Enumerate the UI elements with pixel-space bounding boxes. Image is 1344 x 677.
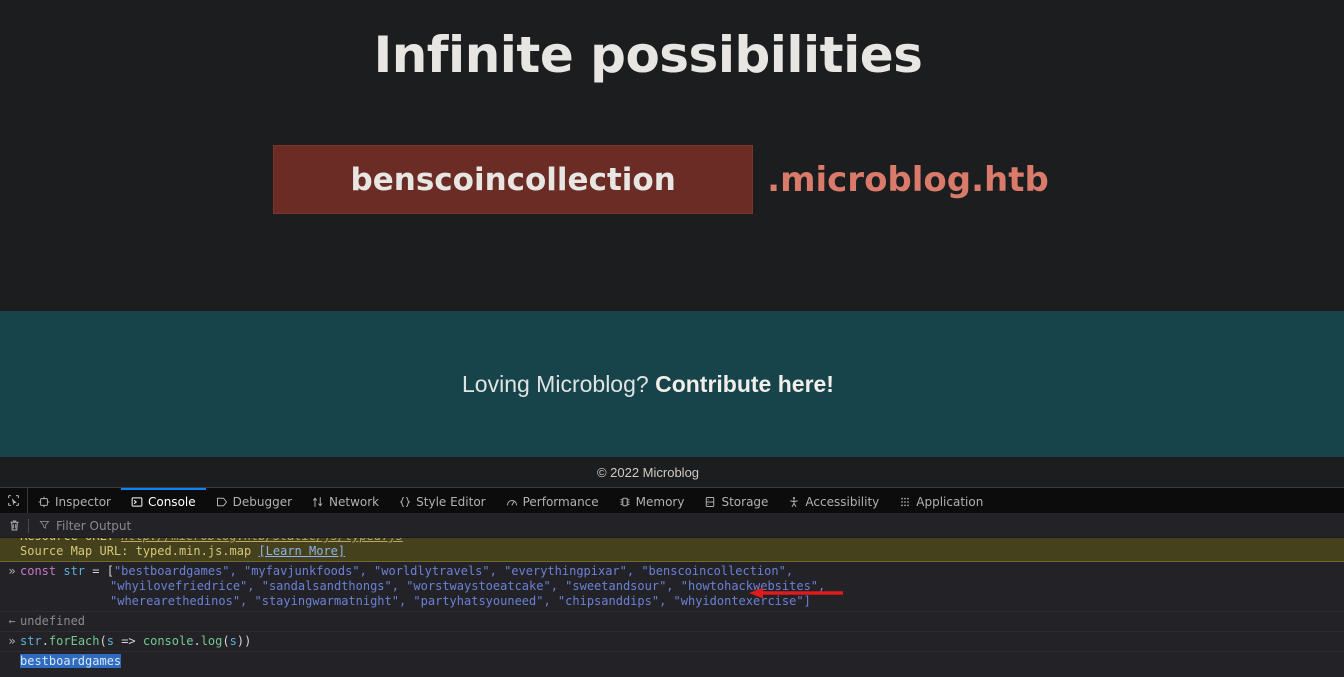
subdomain-row: benscoincollection .microblog.htb <box>0 145 1344 214</box>
trash-icon[interactable] <box>0 519 28 532</box>
console-icon <box>131 496 143 508</box>
hero-section: Infinite possibilities benscoincollectio… <box>0 0 1344 311</box>
console-input-row-1[interactable]: » const str = ["bestboardgames", "myfavj… <box>0 562 1344 612</box>
contribute-link[interactable]: Contribute here! <box>655 371 834 397</box>
tab-accessibility-label: Accessibility <box>805 494 880 509</box>
accessibility-icon <box>788 496 800 508</box>
devtools-toolbar: Inspector Console Debugger Network Style… <box>0 488 1344 514</box>
tab-storage-label: Storage <box>721 494 769 509</box>
inspector-icon <box>38 496 50 508</box>
tab-inspector-label: Inspector <box>55 494 111 509</box>
tab-performance-label: Performance <box>522 494 599 509</box>
tab-application[interactable]: Application <box>889 488 993 513</box>
warning-sourcemap-line: Source Map URL: typed.min.js.map [Learn … <box>20 544 1344 559</box>
devtools-panel: Inspector Console Debugger Network Style… <box>0 487 1344 677</box>
console-input-code-1: const str = ["bestboardgames", "myfavjun… <box>20 564 1344 609</box>
domain-suffix-label: .microblog.htb <box>767 159 1049 200</box>
keyword-const: const <box>20 564 57 578</box>
tab-console[interactable]: Console <box>120 488 206 513</box>
tab-style-editor-label: Style Editor <box>416 494 486 509</box>
array-strings-line-3: "wherearethedinos", "stayingwarmatnight"… <box>110 594 811 608</box>
input-marker-icon: » <box>8 564 16 578</box>
tab-network-label: Network <box>329 494 380 509</box>
console-log-row-1: bestboardgames <box>0 652 1344 671</box>
website-page: Infinite possibilities benscoincollectio… <box>0 0 1344 487</box>
network-icon <box>312 496 324 508</box>
element-picker-icon[interactable] <box>0 488 28 513</box>
site-footer: © 2022 Microblog <box>0 457 1344 487</box>
tab-debugger[interactable]: Debugger <box>206 488 302 513</box>
copyright-text: © 2022 Microblog <box>596 464 700 480</box>
tab-performance[interactable]: Performance <box>496 488 609 513</box>
console-output-undefined: undefined <box>20 614 86 628</box>
tab-network[interactable]: Network <box>302 488 389 513</box>
console-log-output-1: bestboardgames <box>20 654 1344 669</box>
log-marker <box>4 654 20 669</box>
resource-url-label: Resource URL: <box>20 538 121 543</box>
resource-url-link[interactable]: http://microblog.htb/static/js/typed.js <box>121 538 403 543</box>
variable-str: str <box>56 564 93 578</box>
subdomain-label: benscoincollection <box>350 161 676 198</box>
tab-memory-label: Memory <box>635 494 685 509</box>
console-filter-bar: Filter Output <box>0 514 1344 538</box>
performance-icon <box>506 496 518 508</box>
console-output-row-undefined: ← undefined <box>0 612 1344 632</box>
input-marker-icon-2: » <box>8 634 16 648</box>
sourcemap-url-value: typed.min.js.map <box>135 544 259 558</box>
subdomain-box: benscoincollection <box>273 145 754 214</box>
output-marker-icon: ← <box>8 614 16 628</box>
storage-icon <box>704 496 716 508</box>
contribute-text: Loving Microblog? Contribute here! <box>462 371 834 398</box>
console-input-row-2[interactable]: » str.forEach(s => console.log(s)) <box>0 632 1344 652</box>
page-title: Infinite possibilities <box>373 26 923 84</box>
log-text-selected: bestboardgames <box>20 654 122 668</box>
sourcemap-url-label: Source Map URL: <box>20 544 136 558</box>
style-editor-icon <box>399 496 411 508</box>
console-output[interactable]: Resource URL: http://microblog.htb/stati… <box>0 538 1344 677</box>
learn-more-link[interactable]: [Learn More] <box>258 544 345 558</box>
array-strings-line-1: "bestboardgames", "myfavjunkfoods", "wor… <box>113 564 794 578</box>
devtools-tab-list: Inspector Console Debugger Network Style… <box>28 488 993 513</box>
tab-memory[interactable]: Memory <box>609 488 695 513</box>
contribute-band: Loving Microblog? Contribute here! <box>0 311 1344 457</box>
operator-assign: = [ <box>92 564 114 578</box>
tab-application-label: Application <box>916 494 984 509</box>
filter-icon <box>39 519 50 533</box>
filter-output-placeholder: Filter Output <box>56 518 132 533</box>
tab-storage[interactable]: Storage <box>694 488 778 513</box>
console-input-code-2: str.forEach(s => console.log(s)) <box>20 634 252 648</box>
tab-console-label: Console <box>147 494 196 509</box>
array-strings-line-2: "whyilovefriedrice", "sandalsandthongs",… <box>110 579 826 593</box>
contribute-prefix: Loving Microblog? <box>462 370 656 397</box>
memory-icon <box>619 496 631 508</box>
tab-inspector[interactable]: Inspector <box>28 488 121 513</box>
application-icon <box>899 496 911 508</box>
console-warning-row: Resource URL: http://microblog.htb/stati… <box>0 538 1344 562</box>
filter-input-wrapper[interactable]: Filter Output <box>29 519 1344 533</box>
debugger-icon <box>216 496 228 508</box>
tab-debugger-label: Debugger <box>232 494 293 509</box>
tab-style-editor[interactable]: Style Editor <box>389 488 495 513</box>
tab-accessibility[interactable]: Accessibility <box>778 488 889 513</box>
